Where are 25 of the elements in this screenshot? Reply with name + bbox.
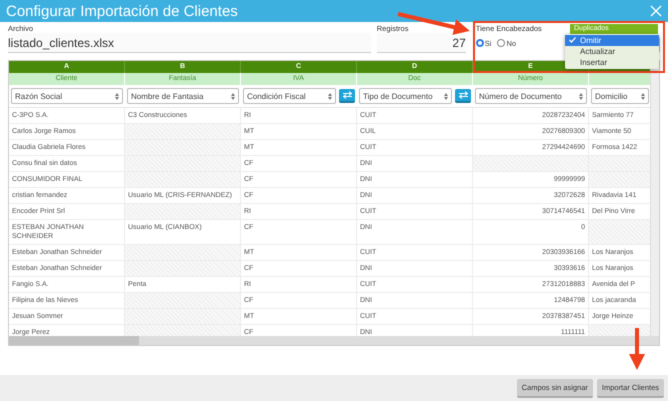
swap-button[interactable] [455, 89, 471, 103]
radio-button[interactable] [497, 39, 506, 47]
menu-item[interactable]: Actualizar [565, 46, 659, 57]
column-select[interactable]: Domicilio [591, 88, 649, 104]
column-select[interactable]: Nombre de Fantasia [127, 88, 239, 104]
records-field[interactable]: 27 [376, 33, 466, 53]
sort-icon [641, 92, 645, 100]
window-title: Configurar Importación de Clientes [6, 2, 238, 20]
column-select[interactable]: Condición Fiscal [243, 88, 336, 104]
scrollbar[interactable] [9, 336, 659, 345]
check-icon [569, 37, 576, 43]
column-select[interactable]: Número de Documento [475, 88, 587, 104]
sort-icon [579, 92, 583, 100]
close-icon[interactable] [650, 5, 662, 17]
file-field[interactable]: listado_clientes.xlsx [8, 33, 371, 53]
menu-item[interactable]: Omitir [565, 35, 659, 46]
column-select[interactable]: Razón Social [11, 88, 123, 104]
sort-icon [115, 92, 119, 100]
sort-icon [231, 92, 235, 100]
swap-button[interactable] [339, 89, 355, 103]
sort-icon [328, 92, 332, 100]
sort-icon [444, 92, 448, 100]
annotation-arrow [629, 328, 645, 370]
column-select[interactable]: Tipo de Documento [359, 88, 452, 104]
radio-button[interactable] [476, 39, 484, 47]
